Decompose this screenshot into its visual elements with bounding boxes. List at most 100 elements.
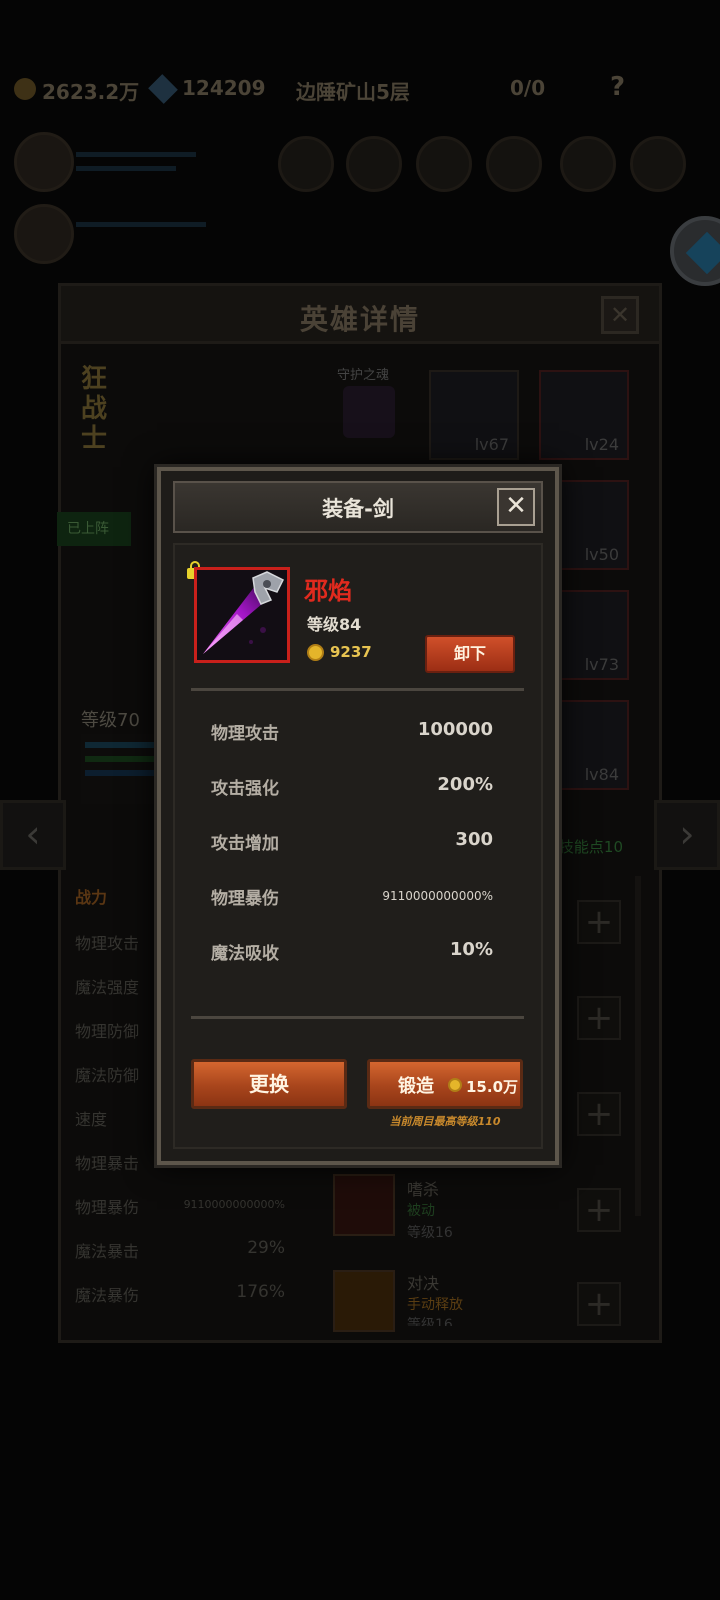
equipment-level: lv73 [584, 655, 619, 674]
stat-label: 物理暴击 [75, 1154, 140, 1173]
floating-menu-button[interactable] [670, 216, 720, 286]
equipment-level: lv84 [584, 765, 619, 784]
attribute-row: 攻击强化 200% [211, 774, 493, 800]
prev-hero-arrow[interactable]: ‹ [0, 800, 66, 870]
item-gold-value: 9237 [330, 643, 372, 661]
next-hero-arrow[interactable]: › [654, 800, 720, 870]
attribute-row: 魔法吸收 10% [211, 939, 493, 965]
skill-slot-icon[interactable] [278, 136, 334, 192]
attribute-row: 物理攻击 100000 [211, 719, 493, 745]
hero-hp-bar [76, 222, 206, 227]
guard-soul-icon[interactable] [343, 386, 395, 438]
forge-button[interactable]: 锻造 15.0万 [367, 1059, 523, 1109]
guard-soul-label: 守护之魂 [337, 368, 390, 383]
skill-list-scrollbar[interactable] [635, 876, 641, 1216]
top-resource-bar: 2623.2万 124209 边陲矿山5层 0/0 ? [0, 68, 720, 112]
stat-value: 176% [236, 1282, 285, 1302]
skill-level: 等级16 [407, 1317, 453, 1326]
hero-mp-bar [76, 166, 176, 171]
attribute-value: 100000 [417, 719, 493, 740]
hero-detail-title: 英雄详情 [299, 303, 420, 336]
stat-label: 物理暴伤 [75, 1198, 140, 1217]
skill-slot-icon[interactable] [346, 136, 402, 192]
skill-icon-duel[interactable] [333, 1270, 395, 1332]
help-icon[interactable]: ? [610, 72, 625, 102]
gold-coin-icon [448, 1078, 462, 1092]
stat-value: 29% [247, 1238, 285, 1258]
attribute-value: 200% [437, 774, 493, 795]
equipment-slot-amulet[interactable]: lv24 [539, 370, 629, 460]
attribute-row: 攻击增加 300 [211, 829, 493, 855]
stat-label: 速度 [75, 1110, 108, 1129]
skill-level: 等级16 [407, 1225, 453, 1241]
stat-value: 9110000000000% [183, 1198, 285, 1211]
gem-amount: 124209 [182, 76, 266, 100]
hero-level: 等级70 [81, 710, 140, 731]
skill-upgrade-button[interactable]: + [577, 1188, 621, 1232]
skill-upgrade-button[interactable]: + [577, 996, 621, 1040]
gem-icon [148, 74, 178, 104]
sword-icon [197, 570, 287, 660]
skill-name: 嗜杀 [407, 1180, 440, 1199]
sword-item-icon [194, 567, 290, 663]
team-hero-portrait[interactable] [14, 204, 74, 264]
unequip-button[interactable]: 卸下 [425, 635, 515, 673]
stat-label: 魔法暴击 [75, 1242, 140, 1261]
stat-row: 物理暴伤 9110000000000% [75, 1194, 285, 1218]
item-name: 邪焰 [304, 577, 352, 605]
stat-row: 魔法暴伤 176% [75, 1282, 285, 1306]
attribute-label: 攻击增加 [211, 834, 279, 854]
skill-points: 技能点10 [558, 838, 623, 856]
stat-label: 魔法防御 [75, 1066, 140, 1085]
attribute-label: 攻击强化 [211, 779, 279, 799]
stat-label: 物理攻击 [75, 934, 140, 953]
stat-label: 物理防御 [75, 1022, 140, 1041]
skill-upgrade-button[interactable]: + [577, 1092, 621, 1136]
hero-name: 狂战士 [81, 364, 108, 454]
stat-label: 魔法强度 [75, 978, 140, 997]
divider [191, 1016, 524, 1019]
divider [191, 688, 524, 691]
attribute-value: 10% [449, 939, 493, 960]
dialog-close-button[interactable]: ✕ [497, 488, 535, 526]
attribute-label: 物理暴伤 [211, 889, 279, 909]
location-label[interactable]: 边陲矿山5层 [296, 76, 410, 105]
dialog-header: 装备-剑 ✕ [173, 481, 543, 533]
hero-hp-bar [76, 152, 196, 157]
equipment-level: lv24 [584, 435, 619, 454]
hero-detail-header: 英雄详情 ✕ [61, 286, 659, 344]
attribute-value: 300 [455, 829, 493, 850]
team-hero-portrait[interactable] [14, 132, 74, 192]
dialog-title: 装备-剑 [322, 497, 394, 521]
max-level-note: 当前周目最高等级110 [389, 1115, 501, 1128]
skill-upgrade-button[interactable]: + [577, 1282, 621, 1326]
skill-type: 被动 [407, 1203, 435, 1219]
skill-slot-icon[interactable] [560, 136, 616, 192]
gold-amount: 2623.2万 [42, 80, 140, 104]
deployed-badge: 已上阵 [57, 512, 131, 546]
skill-slot-icon[interactable] [416, 136, 472, 192]
attribute-label: 物理攻击 [211, 724, 279, 744]
skill-slot-icon[interactable] [486, 136, 542, 192]
skill-name: 对决 [407, 1274, 440, 1293]
forge-label: 锻造 [398, 1076, 434, 1097]
cube-icon [685, 231, 720, 275]
skill-icon-bloodlust[interactable] [333, 1174, 395, 1236]
equipment-slot-cloak[interactable]: lv67 [429, 370, 519, 460]
key-count: 0/0 [510, 76, 546, 100]
hero-detail-close-button[interactable]: ✕ [601, 296, 639, 334]
skill-upgrade-button[interactable]: + [577, 900, 621, 944]
item-level: 等级84 [307, 615, 362, 634]
stat-row: 魔法暴击 29% [75, 1238, 285, 1262]
skill-slot-icon[interactable] [630, 136, 686, 192]
replace-button[interactable]: 更换 [191, 1059, 347, 1109]
stat-label: 魔法暴伤 [75, 1286, 140, 1305]
attribute-row: 物理暴伤 9110000000000% [211, 884, 493, 910]
gold-coin-icon [14, 78, 36, 100]
equipment-level: lv67 [474, 435, 509, 454]
forge-cost: 15.0万 [466, 1078, 519, 1096]
skill-type: 手动释放 [407, 1297, 463, 1313]
attribute-value: 9110000000000% [382, 889, 493, 903]
equipment-dialog: 装备-剑 ✕ 邪焰 等级84 9237 卸下 物理攻击 100000 攻击强化 … [157, 467, 559, 1165]
attribute-label: 魔法吸收 [211, 944, 279, 964]
